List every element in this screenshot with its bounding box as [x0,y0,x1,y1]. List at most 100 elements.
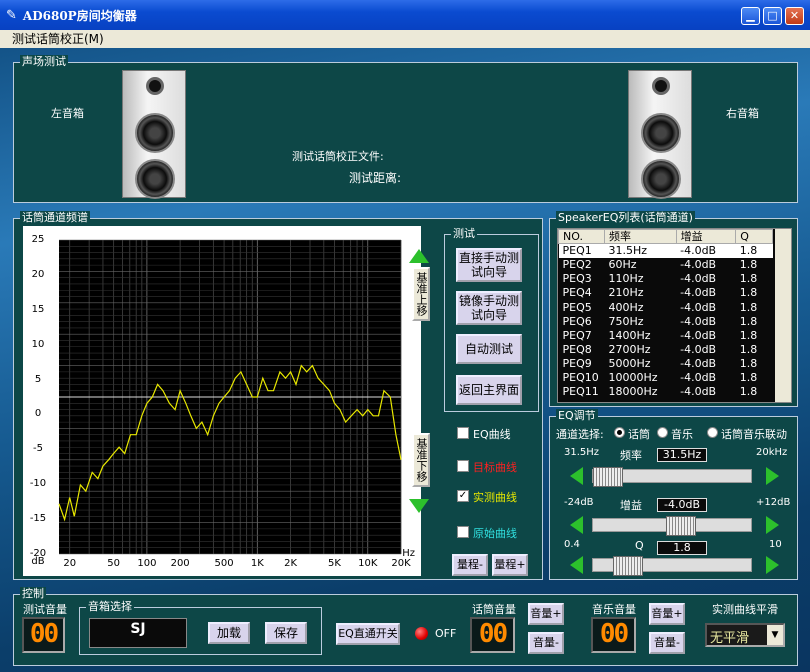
peq-row[interactable]: PEQ9 5000Hz -4.0dB 1.8 [559,356,773,370]
close-button[interactable]: ✕ [785,7,804,25]
distance-label: 测试距离: [349,171,402,185]
freq-chart: 20 50 100 200 500 1K 2K 5K 10K 20KHz [58,239,415,569]
measured-curve-checkbox[interactable]: ✓ [457,490,469,502]
minimize-button[interactable]: ▁ [741,7,760,25]
radio-music[interactable] [657,427,668,438]
q-increase-icon[interactable] [766,556,779,574]
peq-cell-freq: 750Hz [608,314,644,328]
peq-cell-gain: -4.0dB [680,286,717,300]
peq-col-q[interactable]: Q [735,229,773,245]
raw-curve-checkbox[interactable] [457,526,469,538]
peq-cell-gain: -4.0dB [680,258,717,272]
right-speaker-image[interactable] [628,70,692,199]
range-plus-button[interactable]: 量程+ [492,554,528,576]
freq-increase-icon[interactable] [766,467,779,485]
speaker-name-display[interactable]: SJ [89,618,187,648]
channel-select-label: 通道选择: [556,428,604,441]
save-button[interactable]: 保存 [265,622,307,644]
chevron-down-icon[interactable]: ▼ [767,625,783,645]
radio-mic-label: 话筒 [628,428,650,441]
eq-status-text: OFF [435,627,457,640]
freq-slider[interactable] [592,467,752,487]
peq-row[interactable]: PEQ11 18000Hz -4.0dB 1.8 [559,385,773,399]
y-tick-label: 20 [31,268,45,280]
peq-cell-freq: 60Hz [608,258,637,272]
peq-row[interactable]: PEQ1 31.5Hz -4.0dB 1.8 [558,243,773,258]
shift-down-button[interactable]: 基准下移 [412,433,430,487]
gain-label: 增益 [620,499,642,512]
peq-col-no[interactable]: NO. [558,229,605,245]
peq-cell-no: PEQ5 [562,300,592,314]
radio-link[interactable] [707,427,718,438]
x-tick-label: 100 [137,558,156,569]
peq-row[interactable]: PEQ8 2700Hz -4.0dB 1.8 [559,342,773,356]
peq-cell-freq: 5000Hz [608,356,651,370]
peq-table: NO. 频率 增益 Q PEQ1 31.5Hz -4.0dB 1.8 PEQ2 60Hz -… [558,229,773,399]
peq-cell-no: PEQ10 [562,370,599,384]
peq-cell-freq: 400Hz [608,300,644,314]
smoothing-select[interactable]: 无平滑 ▼ [705,623,785,647]
speaker-select-label: 音箱选择 [86,600,134,614]
maximize-button[interactable]: □ [763,7,782,25]
mic-volume-plus-button[interactable]: 音量+ [528,603,564,625]
peq-row[interactable]: PEQ4 210Hz -4.0dB 1.8 [559,286,773,300]
measured-curve-label: 实测曲线 [473,491,517,504]
load-button[interactable]: 加载 [208,622,250,644]
gain-max-label: +12dB [756,497,791,508]
test-volume-label: 测试音量 [23,603,67,616]
gain-increase-icon[interactable] [766,516,779,534]
peq-row[interactable]: PEQ6 750Hz -4.0dB 1.8 [559,314,773,328]
eq-bypass-button[interactable]: EQ直通开关 [336,623,400,645]
peq-cell-gain: -4.0dB [680,370,717,384]
shift-up-arrow-icon[interactable] [409,249,429,263]
x-tick-label: 2K [284,558,297,569]
peq-cell-freq: 2700Hz [608,342,651,356]
peq-row[interactable]: PEQ7 1400Hz -4.0dB 1.8 [559,328,773,342]
chart-area: 20 50 100 200 500 1K 2K 5K 10K 20K Hz [23,226,421,576]
range-minus-button[interactable]: 量程- [452,554,488,576]
peq-col-gain[interactable]: 增益 [675,229,737,245]
eq-curve-checkbox[interactable] [457,427,469,439]
menu-mic-calibration[interactable]: 测试话筒校正(M) [12,32,104,46]
freq-decrease-icon[interactable] [570,467,583,485]
peq-cell-gain: -4.0dB [680,342,717,356]
radio-link-label: 话筒音乐联动 [721,428,787,441]
gain-min-label: -24dB [564,497,594,508]
q-slider[interactable] [592,556,752,576]
left-speaker-image[interactable] [122,70,186,199]
music-volume-display: 00 [591,617,636,653]
shift-down-arrow-icon[interactable] [409,499,429,513]
music-volume-minus-button[interactable]: 音量- [649,632,685,654]
mic-volume-minus-button[interactable]: 音量- [528,632,564,654]
shift-up-button[interactable]: 基准上移 [412,267,430,321]
q-decrease-icon[interactable] [570,556,583,574]
peq-row[interactable]: PEQ10 10000Hz -4.0dB 1.8 [559,370,773,384]
radio-mic[interactable] [614,427,625,438]
target-curve-checkbox[interactable] [457,460,469,472]
radio-music-label: 音乐 [671,428,693,441]
gain-slider[interactable] [592,516,752,536]
y-tick-label: -10 [29,478,47,490]
auto-test-button[interactable]: 自动测试 [456,334,522,364]
music-volume-plus-button[interactable]: 音量+ [649,603,685,625]
control-title: 控制 [20,587,46,601]
peq-scrollbar[interactable] [775,229,791,402]
peq-row[interactable]: PEQ5 400Hz -4.0dB 1.8 [559,300,773,314]
back-to-main-button[interactable]: 返回主界面 [456,375,522,405]
peq-row[interactable]: PEQ3 110Hz -4.0dB 1.8 [559,272,773,286]
y-tick-label: 25 [31,234,45,245]
peq-col-freq[interactable]: 频率 [603,229,677,245]
mirror-manual-test-button[interactable]: 镜像手动测试向导 [456,291,522,325]
gain-decrease-icon[interactable] [570,516,583,534]
y-tick-label: 15 [31,303,45,315]
menu-bar: 测试话筒校正(M) [0,30,810,48]
peq-cell-gain: -4.0dB [680,356,717,370]
x-tick-label: 50 [107,558,120,569]
peq-cell-no: PEQ4 [562,286,592,300]
gain-value: -4.0dB [657,498,707,512]
direct-manual-test-button[interactable]: 直接手动测试向导 [456,248,522,282]
peq-row[interactable]: PEQ2 60Hz -4.0dB 1.8 [559,258,773,272]
x-unit-label: Hz [402,548,415,559]
peq-list-panel: SpeakerEQ列表(话筒通道) NO. 频率 增益 Q PEQ1 31.5Hz… [549,211,798,407]
peq-cell-q: 1.8 [739,370,758,384]
